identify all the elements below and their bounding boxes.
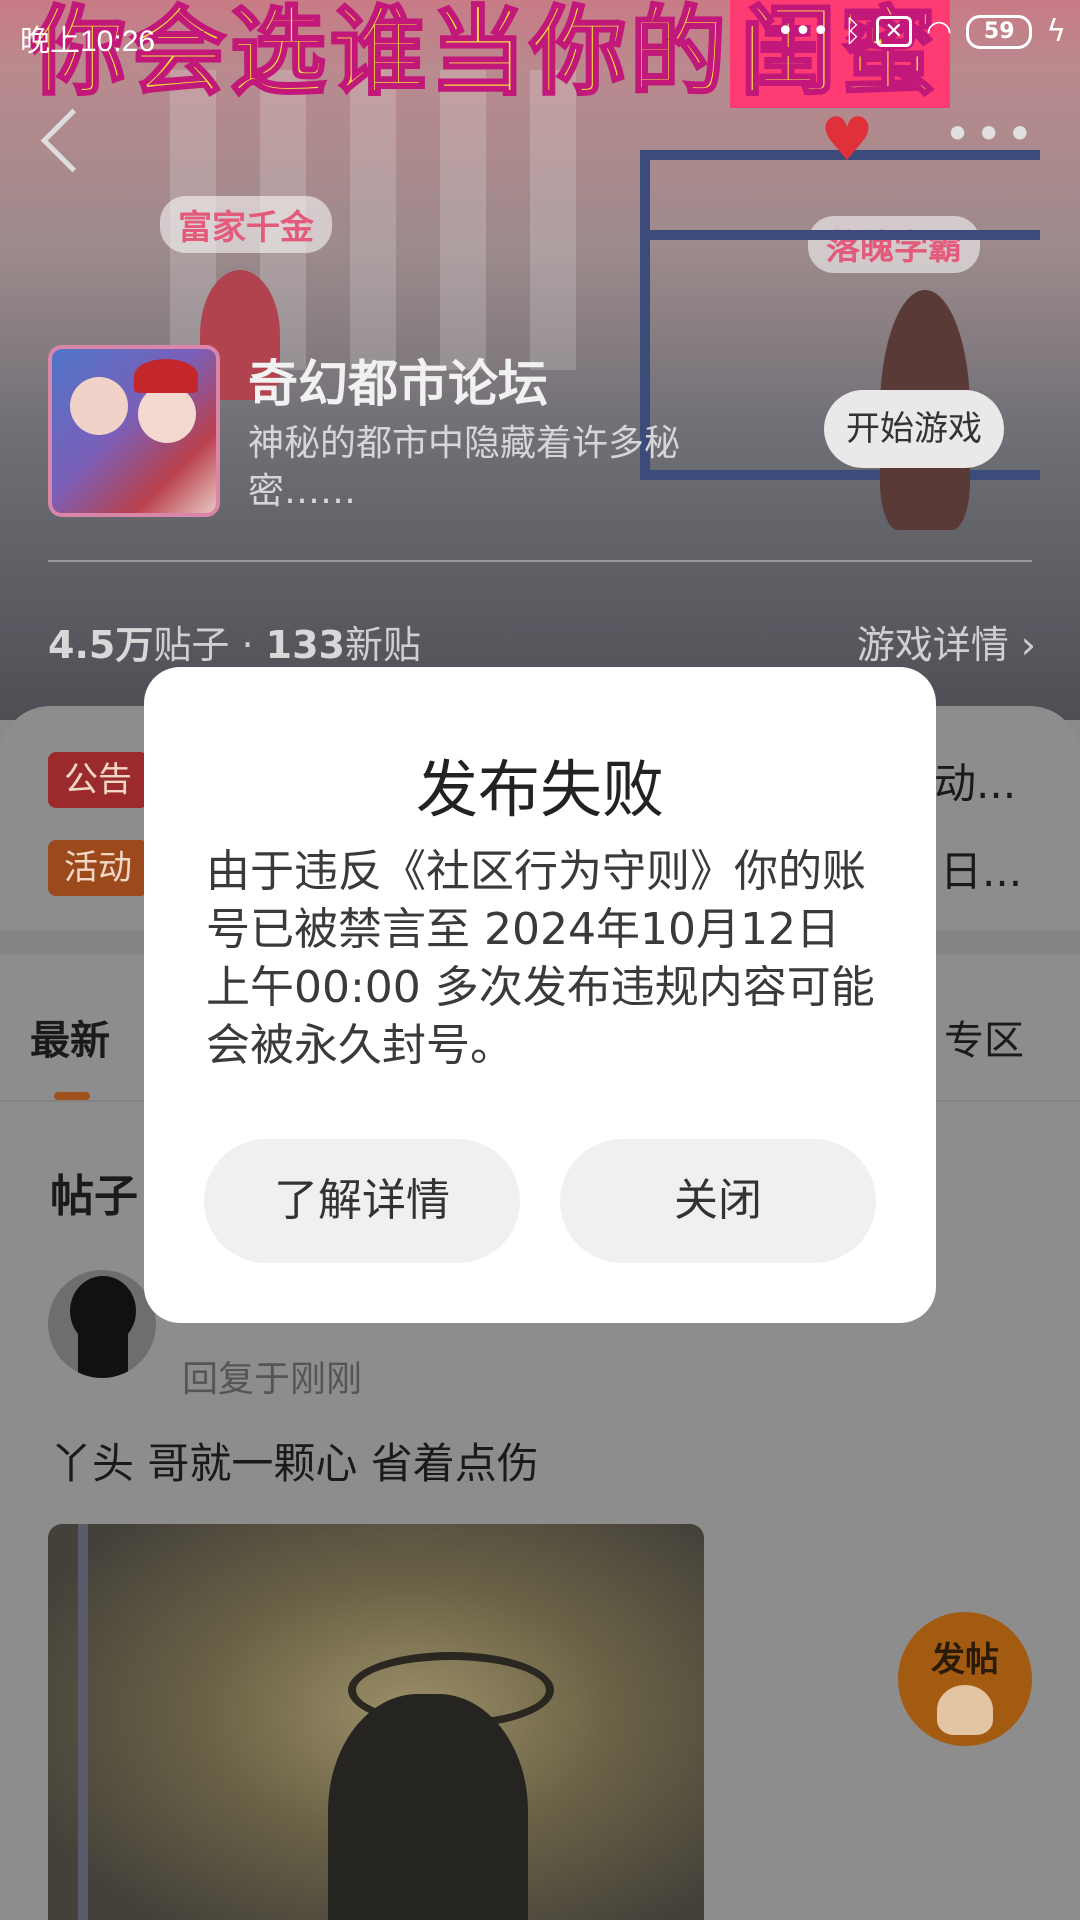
page: 你会选谁当你的 闺蜜 富家千金 落魄学霸 晚上10:26 ••• ᛒ ✕ ◠ 59… [0,0,1080,1920]
dialog-message: 由于违反《社区行为守则》你的账号已被禁言至 2024年10月12日 上午00:0… [206,846,875,1071]
publish-failed-dialog: 发布失败 由于违反《社区行为守则》你的账号已被禁言至 2024年10月12日 上… [144,667,936,1323]
dialog-title: 发布失败 [415,753,664,826]
close-button[interactable]: 关闭 [560,1139,876,1263]
learn-more-button[interactable]: 了解详情 [204,1139,520,1263]
